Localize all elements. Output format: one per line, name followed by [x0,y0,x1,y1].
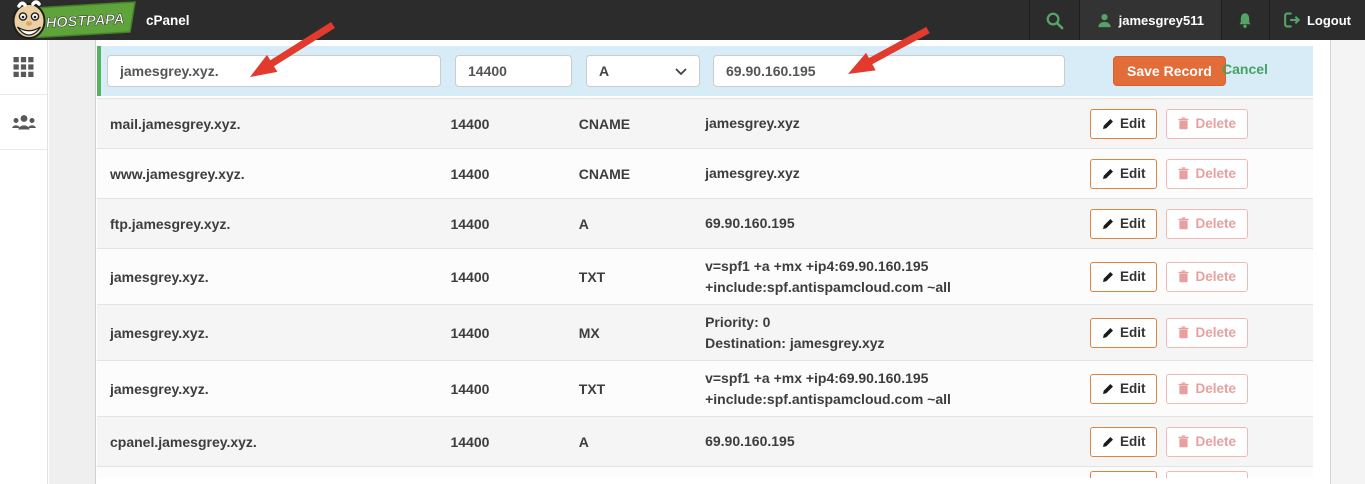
dns-record-row-partial: Edit Delete [97,467,1313,478]
delete-button[interactable]: Delete [1166,426,1248,457]
trash-icon [1178,217,1190,230]
record-type-selected: A [599,63,610,79]
app-title: cPanel [146,12,190,28]
dns-record-row: cpanel.jamesgrey.xyz. 14400 A 69.90.160.… [97,417,1313,467]
sidebar-gutter [49,40,96,484]
dns-record-row: jamesgrey.xyz. 14400 TXT v=spf1 +a +mx +… [97,361,1313,417]
record-ttl: 14400 [450,268,490,285]
record-value: jamesgrey.xyz [705,165,800,182]
record-name: jamesgrey.xyz. [110,324,209,341]
grid-icon [13,57,34,77]
dns-record-row: jamesgrey.xyz. 14400 MX Priority: 0 Dest… [97,305,1313,361]
delete-button[interactable]: Delete [1166,108,1248,139]
delete-button[interactable]: Delete [1166,471,1248,478]
notifications-button[interactable] [1220,0,1269,40]
record-value: jamesgrey.xyz [705,115,800,132]
record-name: mail.jamesgrey.xyz. [110,115,241,132]
edit-button[interactable]: Edit [1089,208,1158,239]
user-icon [1097,13,1112,28]
record-name: jamesgrey.xyz. [110,380,209,397]
record-ttl: 14400 [450,324,490,341]
edit-button[interactable]: Edit [1089,158,1158,189]
trash-icon [1178,382,1190,395]
record-edit-row: A Save Record Cancel [97,46,1313,96]
delete-button[interactable]: Delete [1166,261,1248,292]
logout-label: Logout [1306,12,1351,28]
search-button[interactable] [1028,0,1079,40]
trash-icon [1178,270,1190,283]
delete-button[interactable]: Delete [1166,317,1248,348]
record-type-select[interactable]: A [586,55,700,87]
cancel-link[interactable]: Cancel [1222,61,1268,77]
pencil-icon [1102,436,1114,448]
record-ttl-input[interactable] [455,55,572,87]
record-type: A [578,215,589,232]
right-panel-band [1330,40,1365,484]
record-name: cpanel.jamesgrey.xyz. [110,433,257,450]
record-name: www.jamesgrey.xyz. [110,165,245,182]
sidebar-item-apps[interactable] [0,40,47,95]
record-type: TXT [578,268,606,285]
edit-button[interactable]: Edit [1089,426,1158,457]
trash-icon [1178,326,1190,339]
topbar: HOSTPAPA cPanel jamesgrey511 Logout [0,0,1365,40]
trash-icon [1178,167,1190,180]
dns-record-row: mail.jamesgrey.xyz. 14400 CNAME jamesgre… [97,99,1313,149]
pencil-icon [1102,327,1114,339]
record-ttl: 14400 [450,215,490,232]
chevron-down-icon [675,67,687,75]
dns-record-row: ftp.jamesgrey.xyz. 14400 A 69.90.160.195… [97,199,1313,249]
pencil-icon [1102,118,1114,130]
pencil-icon [1102,218,1114,230]
record-ttl: 14400 [450,115,490,132]
records-list: mail.jamesgrey.xyz. 14400 CNAME jamesgre… [97,98,1313,478]
record-type: TXT [578,380,606,397]
record-name-input[interactable] [107,55,441,87]
record-value: v=spf1 +a +mx +ip4:69.90.160.195 +includ… [705,370,951,407]
record-name: jamesgrey.xyz. [110,268,209,285]
record-value: Priority: 0 Destination: jamesgrey.xyz [705,312,1090,353]
logout-button[interactable]: Logout [1268,0,1365,40]
record-type: CNAME [578,165,631,182]
dns-zone-table: A Save Record Cancel mail.jamesgrey.xyz.… [97,46,1313,478]
trash-icon [1178,435,1190,448]
record-type: MX [578,324,600,341]
hostpapa-logo[interactable]: HOSTPAPA [8,0,136,40]
save-record-button[interactable]: Save Record [1113,56,1226,86]
user-menu[interactable]: jamesgrey511 [1078,0,1221,40]
mx-priority: Priority: 0 [705,314,771,331]
users-icon [11,114,37,131]
record-value-input[interactable] [713,55,1065,87]
delete-button[interactable]: Delete [1166,373,1248,404]
record-ttl: 14400 [450,433,490,450]
edit-button[interactable]: Edit [1089,373,1158,404]
record-type: CNAME [578,115,631,132]
edit-button[interactable]: Edit [1089,471,1158,478]
edit-button[interactable]: Edit [1089,108,1158,139]
record-value: 69.90.160.195 [705,215,795,232]
trash-icon [1178,117,1190,130]
record-ttl: 14400 [450,165,490,182]
dns-record-row: www.jamesgrey.xyz. 14400 CNAME jamesgrey… [97,149,1313,199]
sidebar-item-users[interactable] [0,95,47,150]
username: jamesgrey511 [1118,12,1204,28]
search-icon [1045,11,1064,30]
edit-button[interactable]: Edit [1089,261,1158,292]
record-ttl: 14400 [450,380,490,397]
record-value: v=spf1 +a +mx +ip4:69.90.160.195 +includ… [705,258,951,295]
logout-icon [1284,12,1301,28]
record-name: ftp.jamesgrey.xyz. [110,215,231,232]
edit-button[interactable]: Edit [1089,317,1158,348]
record-value: 69.90.160.195 [705,433,795,450]
sidebar [0,40,48,484]
delete-button[interactable]: Delete [1166,208,1248,239]
dns-record-row: jamesgrey.xyz. 14400 TXT v=spf1 +a +mx +… [97,249,1313,305]
pencil-icon [1102,168,1114,180]
record-type: A [578,433,589,450]
pencil-icon [1102,271,1114,283]
mx-destination: Destination: jamesgrey.xyz [705,334,885,351]
pencil-icon [1102,383,1114,395]
delete-button[interactable]: Delete [1166,158,1248,189]
bell-icon [1237,12,1253,29]
